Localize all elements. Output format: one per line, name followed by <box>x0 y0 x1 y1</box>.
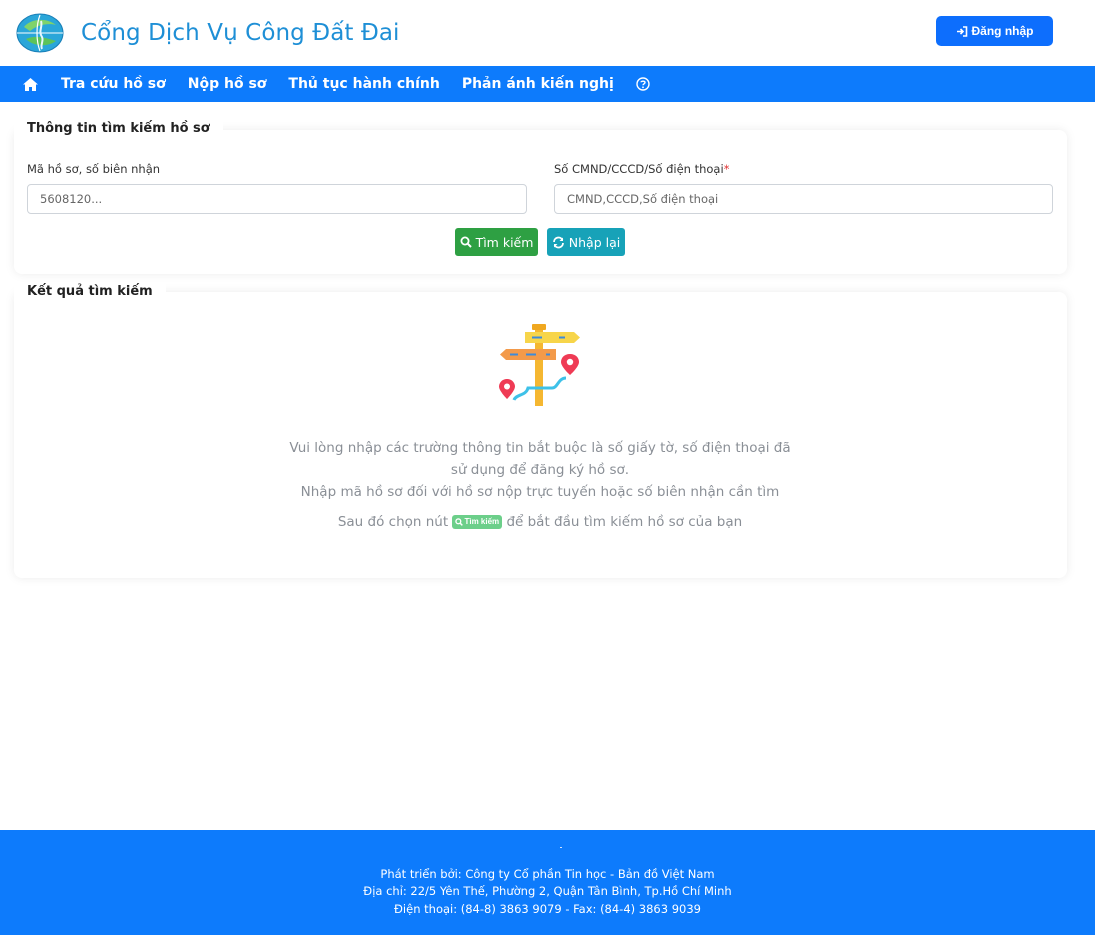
search-button[interactable]: Tìm kiếm <box>455 228 538 256</box>
result-panel-title: Kết quả tìm kiếm <box>14 282 166 302</box>
help-icon[interactable] <box>636 77 650 91</box>
nav-item-feedback[interactable]: Phản ánh kiến nghị <box>462 76 614 92</box>
inline-search-badge-label: Tìm kiếm <box>464 517 500 526</box>
record-number-input[interactable] <box>27 184 527 214</box>
nav-item-submit-records[interactable]: Nộp hồ sơ <box>188 76 267 92</box>
search-icon <box>460 236 472 248</box>
header: Cổng Dịch Vụ Công Đất Đai Đăng nhập <box>0 0 1095 66</box>
footer-address: Địa chỉ: 22/5 Yên Thế, Phường 2, Quận Tâ… <box>363 884 732 898</box>
home-icon[interactable] <box>22 77 39 92</box>
instruction-line-3-after: để bắt đầu tìm kiếm hồ sơ của bạn <box>506 514 743 530</box>
record-number-label: Mã hồ sơ, số biên nhận <box>27 162 161 176</box>
refresh-icon <box>552 236 564 248</box>
search-panel-title: Thông tin tìm kiếm hồ sơ <box>14 119 223 139</box>
id-number-label: Số CMND/CCCD/Số điện thoại* <box>554 162 729 176</box>
nav-item-search-records[interactable]: Tra cứu hồ sơ <box>61 76 166 92</box>
sign-in-icon <box>956 25 967 37</box>
globe-logo-icon[interactable] <box>16 13 64 53</box>
required-mark: * <box>723 162 730 176</box>
nav-item-procedures[interactable]: Thủ tục hành chính <box>288 76 439 92</box>
instruction-line-1: Vui lòng nhập các trường thông tin bắt b… <box>289 440 791 478</box>
instruction-line-3: Sau đó chọn nút Tìm kiếm để bắt đầu tìm … <box>280 511 800 533</box>
footer-divider <box>560 847 562 848</box>
reset-button[interactable]: Nhập lại <box>547 228 625 256</box>
instruction-line-3-before: Sau đó chọn nút <box>337 514 449 530</box>
main-navbar: Tra cứu hồ sơ Nộp hồ sơ Thủ tục hành chí… <box>0 66 1095 102</box>
search-button-label: Tìm kiếm <box>475 234 534 250</box>
reset-button-label: Nhập lại <box>568 234 621 250</box>
signpost-map-icon <box>499 324 580 406</box>
site-title[interactable]: Cổng Dịch Vụ Công Đất Đai <box>81 20 400 46</box>
footer-phone: Điện thoại: (84-8) 3863 9079 - Fax: (84-… <box>394 902 701 916</box>
footer-developer: Phát triển bởi: Công ty Cổ phần Tin học … <box>380 867 715 881</box>
inline-search-badge: Tìm kiếm <box>452 515 503 529</box>
footer: Phát triển bởi: Công ty Cổ phần Tin học … <box>0 830 1095 935</box>
id-number-input[interactable] <box>554 184 1053 214</box>
search-icon <box>455 518 464 526</box>
login-label: Đăng nhập <box>971 24 1034 38</box>
instruction-line-2: Nhập mã hồ sơ đối với hồ sơ nộp trực tuy… <box>300 484 780 500</box>
id-number-label-text: Số CMND/CCCD/Số điện thoại <box>554 162 724 176</box>
login-button[interactable]: Đăng nhập <box>936 16 1053 46</box>
